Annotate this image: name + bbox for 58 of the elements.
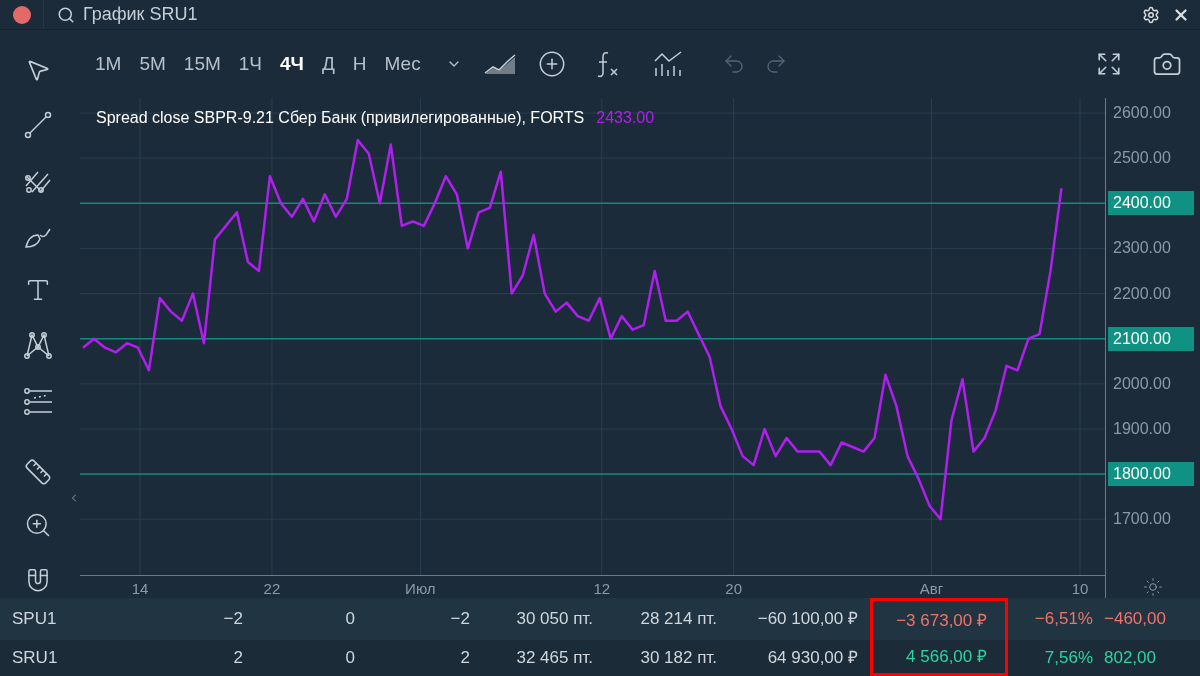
table-cell-text: 30 182 пт. — [639, 647, 717, 670]
timeframe-tab[interactable]: 15M — [176, 49, 228, 79]
table-cell-text: 64 930,00 ₽ — [766, 647, 858, 670]
x-axis-label: 22 — [262, 579, 282, 599]
y-axis-label: 1800.00 — [1108, 462, 1194, 487]
function-icon[interactable] — [595, 50, 620, 78]
table-cell-text: −2 — [449, 608, 470, 631]
table-cell-text: 30 050 пт. — [515, 608, 593, 631]
indicators-icon[interactable] — [653, 51, 682, 77]
timeframe-tab[interactable]: 4Ч — [273, 49, 311, 79]
window-title: График SRU1 — [83, 3, 198, 26]
y-axis-label: 2300.00 — [1112, 238, 1172, 259]
x-axis-label: 20 — [724, 579, 744, 599]
y-axis-label: 2200.00 — [1112, 283, 1172, 304]
table-cell-text: 802,00 — [1103, 647, 1157, 670]
x-axis-label: Авг — [918, 579, 945, 599]
timeframe-tab[interactable]: Н — [345, 49, 374, 79]
area-chart-icon[interactable] — [483, 53, 516, 75]
axis-settings-icon[interactable] — [1143, 576, 1163, 597]
y-axis-label: 1900.00 — [1112, 418, 1172, 439]
table-cell-text: −6,51% — [1033, 608, 1093, 631]
x-axis-label: Июл — [404, 579, 437, 599]
x-axis-label: 12 — [592, 579, 612, 599]
timeframe-tab[interactable]: 1M — [88, 49, 129, 79]
legend-value: 2433.00 — [596, 108, 655, 128]
line-tool-icon[interactable] — [22, 109, 54, 141]
y-axis-label: 2600.00 — [1112, 103, 1172, 123]
y-axis-label: 2100.00 — [1108, 326, 1194, 351]
table-cell-text: 2 — [232, 647, 243, 670]
y-axis-label: 2500.00 — [1112, 148, 1172, 169]
table-cell-text: −2 — [222, 608, 243, 631]
table-cell-text: −460,00 — [1103, 608, 1167, 631]
search-icon[interactable] — [57, 5, 75, 24]
timeframe-tab[interactable]: 5M — [132, 49, 173, 79]
table-cell-text: 28 214 пт. — [639, 608, 717, 631]
table-cell-text: 2 — [459, 647, 470, 670]
table-cell-text: −60 100,00 ₽ — [756, 608, 858, 631]
timeframe-tab[interactable]: Д — [314, 49, 342, 79]
table-cell-text: 7,56% — [1043, 647, 1093, 670]
y-axis-label: 1700.00 — [1112, 509, 1172, 530]
add-icon[interactable] — [537, 50, 566, 78]
table-cell-text: SRU1 — [11, 647, 59, 670]
table-cell-text: 0 — [344, 647, 355, 670]
x-axis-label: 10 — [1070, 579, 1090, 599]
timeframe-tab[interactable]: 1Ч — [231, 49, 269, 79]
settings-icon[interactable] — [1142, 5, 1160, 24]
y-axis-label: 2400.00 — [1108, 191, 1194, 216]
pattern-icon[interactable] — [22, 329, 54, 361]
timeframe-tab[interactable]: Мес — [377, 49, 428, 79]
table-cell: 4 566,00 ₽ — [870, 640, 1008, 676]
fullscreen-icon[interactable] — [1096, 51, 1122, 77]
y-axis-label: 2000.00 — [1112, 373, 1172, 394]
table-cell-text: SPU1 — [11, 608, 58, 631]
table-cell-text: 32 465 пт. — [515, 647, 593, 670]
legend-title: Spread close SBPR-9.21 Сбер Банк (привилегированные), FORTS — [96, 108, 585, 128]
x-axis-label: 14 — [130, 579, 150, 599]
table-row[interactable]: SPU1 −2 0 −2 30 050 пт. 28 214 пт. −60 100,00 ₽ −3 673,00 ₽ −6,51% −460,00 — [0, 598, 1200, 640]
table-cell-text: 0 — [344, 608, 355, 631]
